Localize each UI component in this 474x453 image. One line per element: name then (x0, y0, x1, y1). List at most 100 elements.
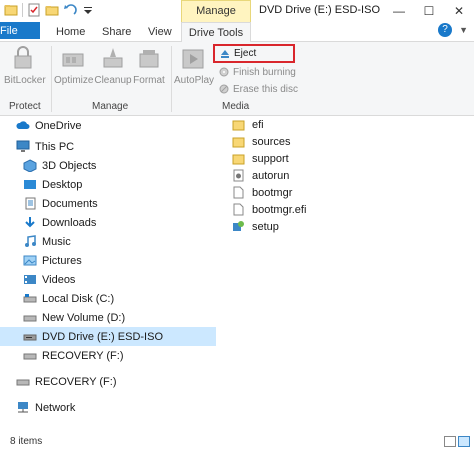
tab-view[interactable]: View (140, 22, 180, 42)
title-bar: Manage DVD Drive (E:) ESD-ISO — ☐ ✕ (0, 0, 474, 22)
nav-item-music[interactable]: Music (23, 232, 71, 251)
list-item[interactable]: autorun (232, 167, 289, 184)
disk-icon (23, 294, 37, 303)
settings-file-icon (233, 169, 244, 182)
drive-icon (23, 315, 37, 322)
nav-item-recovery-f[interactable]: RECOVERY (F:) (23, 346, 124, 365)
computer-icon (16, 140, 30, 152)
manage-context-tab[interactable]: Manage (181, 0, 251, 22)
list-item[interactable]: efi (232, 116, 264, 133)
chevron-down-icon[interactable]: ▼ (459, 25, 468, 35)
network-icon (18, 402, 28, 413)
drive-icon (16, 379, 30, 386)
nav-label: Documents (42, 197, 98, 210)
nav-item-onedrive[interactable]: OneDrive (16, 116, 81, 135)
nav-label: Downloads (42, 216, 97, 229)
item-count: 8 items (10, 436, 43, 447)
burn-disc-icon (219, 67, 229, 77)
customize-toolbar-icon[interactable] (81, 3, 95, 17)
large-icons-view-icon[interactable] (458, 436, 470, 447)
nav-item-desktop[interactable]: Desktop (23, 175, 82, 194)
properties-icon[interactable] (27, 3, 41, 17)
cloud-icon (16, 121, 30, 129)
maximize-button[interactable]: ☐ (414, 0, 444, 22)
nav-label: Pictures (42, 254, 82, 267)
finish-burning-label: Finish burning (233, 66, 296, 78)
nav-label: RECOVERY (F:) (42, 349, 124, 362)
nav-item-pictures[interactable]: Pictures (23, 251, 82, 270)
ribbon: BitLocker Protect Optimize Cleanup Forma… (0, 42, 474, 116)
folder-icon (232, 137, 245, 148)
nav-item-recovery-f-root[interactable]: RECOVERY (F:) (16, 372, 117, 391)
optimize-button[interactable]: Optimize (54, 46, 94, 86)
music-icon (25, 235, 36, 247)
nav-item-videos[interactable]: Videos (23, 270, 75, 289)
file-list: efi sources support autorun bootmgr boot… (218, 116, 474, 430)
videos-icon (24, 275, 36, 284)
file-name: sources (252, 135, 291, 148)
tab-share[interactable]: Share (94, 22, 139, 42)
protect-group-label: Protect (9, 101, 41, 112)
finish-burning-button[interactable]: Finish burning (216, 64, 299, 80)
list-item[interactable]: sources (232, 133, 291, 150)
help-icon[interactable]: ? (438, 23, 452, 37)
autoplay-button[interactable]: AutoPlay (174, 46, 215, 86)
tab-drive-tools[interactable]: Drive Tools (181, 22, 251, 43)
pictures-icon (23, 255, 37, 266)
nav-label: Desktop (42, 178, 83, 191)
nav-item-dvd-drive-e[interactable]: DVD Drive (E:) ESD-ISO (0, 327, 216, 346)
erase-disc-label: Erase this disc (233, 83, 299, 95)
download-icon (25, 217, 35, 228)
nav-item-3d-objects[interactable]: 3D Objects (23, 156, 96, 175)
nav-label: New Volume (D:) (42, 311, 126, 324)
nav-label: Local Disk (C:) (42, 292, 115, 305)
documents-icon (25, 197, 36, 210)
dvd-icon (23, 334, 37, 341)
nav-item-this-pc[interactable]: This PC (16, 137, 74, 156)
cleanup-label: Cleanup (94, 75, 132, 86)
bitlocker-label: BitLocker (4, 75, 46, 86)
minimize-button[interactable]: — (384, 0, 414, 22)
erase-disc-button[interactable]: Erase this disc (216, 81, 301, 97)
nav-item-downloads[interactable]: Downloads (23, 213, 96, 232)
format-icon (139, 50, 159, 68)
erase-disc-icon (219, 84, 229, 94)
nav-item-local-disk-c[interactable]: Local Disk (C:) (23, 289, 114, 308)
format-button[interactable]: Format (132, 46, 166, 86)
cleanup-button[interactable]: Cleanup (94, 46, 132, 86)
nav-item-documents[interactable]: Documents (23, 194, 98, 213)
close-button[interactable]: ✕ (444, 0, 474, 22)
nav-label: OneDrive (35, 119, 82, 132)
nav-item-new-volume-d[interactable]: New Volume (D:) (23, 308, 125, 327)
quick-access-toolbar (4, 3, 95, 17)
cleanup-icon (103, 48, 123, 68)
undo-icon[interactable] (63, 3, 77, 17)
list-item[interactable]: bootmgr (232, 184, 292, 201)
tab-file[interactable]: File (0, 22, 40, 39)
folder-app-icon[interactable] (4, 3, 18, 17)
autoplay-label: AutoPlay (174, 75, 215, 86)
toolbar-divider (22, 3, 23, 17)
format-label: Format (133, 75, 165, 86)
nav-item-network[interactable]: Network (16, 398, 75, 417)
list-item[interactable]: bootmgr.efi (232, 201, 306, 218)
eject-icon (221, 49, 229, 58)
details-view-icon[interactable] (444, 436, 456, 447)
eject-button[interactable]: Eject (213, 44, 295, 63)
group-divider (171, 46, 172, 112)
group-divider (51, 46, 52, 112)
nav-label: Network (35, 401, 76, 414)
new-folder-icon[interactable] (45, 3, 59, 17)
nav-label: This PC (35, 140, 75, 153)
list-item[interactable]: setup (232, 218, 279, 235)
file-name: setup (252, 220, 279, 233)
tab-home[interactable]: Home (48, 22, 93, 42)
optimize-icon (62, 53, 84, 67)
eject-label: Eject (234, 48, 257, 59)
manage-group-label: Manage (92, 101, 129, 112)
file-name: bootmgr.efi (252, 203, 307, 216)
bitlocker-button[interactable]: BitLocker (4, 46, 46, 86)
desktop-icon (24, 180, 36, 189)
list-item[interactable]: support (232, 150, 289, 167)
optimize-label: Optimize (54, 75, 94, 86)
